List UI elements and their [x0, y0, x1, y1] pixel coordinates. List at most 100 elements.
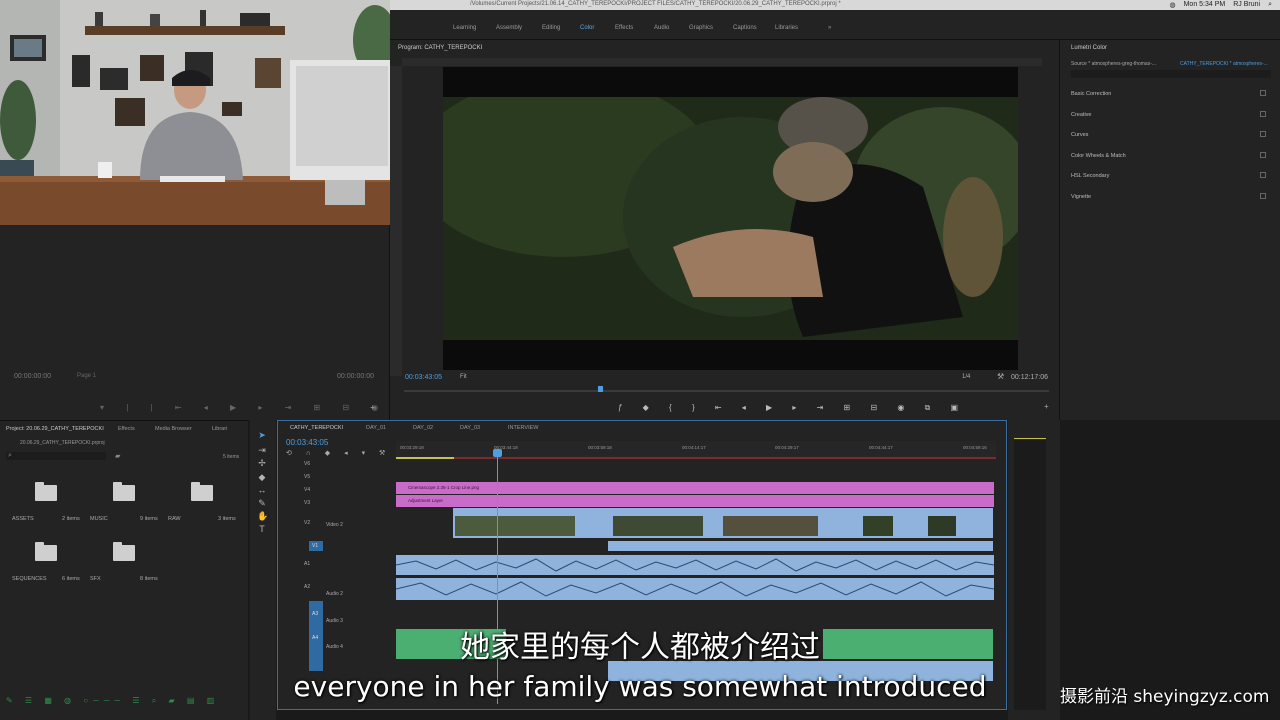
timeline-tools[interactable]: ⟲ ∩ ◆ ◂ ▾ ⚒ [286, 449, 391, 457]
tab-project[interactable]: Project: 20.06.29_CATHY_TEREPOCKI [6, 426, 104, 432]
playhead-marker[interactable] [598, 386, 603, 392]
timeline-timecode[interactable]: 00:03:43:05 [286, 438, 328, 447]
source-add-button-icon[interactable]: + [370, 403, 375, 412]
folder-sequences-label[interactable]: SEQUENCES [12, 576, 47, 582]
track-a1-label[interactable]: A1 [304, 561, 310, 567]
program-monitor: Program: CATHY_TEREPOCKI 00:03:43:05 Fit… [390, 40, 1060, 420]
curves-checkbox[interactable] [1260, 131, 1266, 137]
folder-icon[interactable] [35, 542, 57, 561]
lumetri-basic-correction[interactable]: Basic Correction [1071, 91, 1111, 97]
ws-effects[interactable]: Effects [615, 25, 633, 31]
track-a3-label[interactable]: A3 [312, 611, 318, 617]
ws-graphics[interactable]: Graphics [689, 25, 713, 31]
playhead-handle[interactable] [493, 449, 502, 457]
source-transport-controls[interactable]: ▾ | | ⇤ ◂ ▶ ▸ ⇥ ⊞ ⊟ ◉ [100, 403, 388, 412]
window-title: /Volumes/Current Projects/21.06.14_CATHY… [470, 1, 841, 7]
source-timecode-left[interactable]: 00:00:00:00 [14, 373, 51, 380]
wrench-icon[interactable]: ⚒ [997, 372, 1004, 381]
clip-adjust-label: Adjustment Layer [408, 498, 444, 503]
selection-tool-icon[interactable]: ➤ [257, 430, 267, 441]
tab-media-browser[interactable]: Media Browser [155, 426, 192, 432]
lumetri-vignette[interactable]: Vignette [1071, 194, 1091, 200]
track-a2-name: Audio 2 [326, 591, 343, 597]
type-tool-icon[interactable]: T [257, 524, 267, 534]
folder-raw-label[interactable]: RAW [168, 516, 181, 522]
folder-icon[interactable] [113, 482, 135, 501]
tab-libraries[interactable]: Librari [212, 426, 227, 432]
track-v2-label[interactable]: V2 [304, 520, 310, 526]
folder-assets-count: 2 items [62, 516, 80, 522]
lumetri-curves[interactable]: Curves [1071, 132, 1088, 138]
tab-seq-day02[interactable]: DAY_02 [413, 425, 433, 431]
mac-menubar: /Volumes/Current Projects/21.06.14_CATHY… [390, 0, 1280, 10]
ws-editing[interactable]: Editing [542, 25, 560, 31]
program-add-button-icon[interactable]: + [1044, 402, 1049, 411]
program-scrubber[interactable] [404, 390, 1049, 392]
razor-tool-icon[interactable]: ◆ [257, 472, 267, 483]
track-a2-label[interactable]: A2 [304, 584, 310, 590]
program-timecode[interactable]: 00:03:43:05 [405, 374, 442, 381]
tab-seq-day03[interactable]: DAY_03 [460, 425, 480, 431]
folder-sfx-label[interactable]: SFX [90, 576, 101, 582]
workspace-bar: Learning Assembly Editing Color Effects … [390, 10, 1280, 40]
ws-audio[interactable]: Audio [654, 25, 669, 31]
lumetri-source[interactable]: Source * atmospheres-greg-thomas-... [1071, 61, 1156, 67]
clip-cinemascope-overlay[interactable]: Cinemascope 2.35-1 Crop Line.png [396, 482, 994, 494]
ws-color[interactable]: Color [580, 25, 594, 31]
folder-music-label[interactable]: MUSIC [90, 516, 108, 522]
lumetri-creative[interactable]: Creative [1071, 112, 1091, 118]
folder-assets-label[interactable]: ASSETS [12, 516, 34, 522]
lumetri-color-panel: Lumetri Color Source * atmospheres-greg-… [1060, 40, 1280, 420]
lumetri-tab[interactable]: Lumetri Color [1071, 45, 1107, 51]
more-workspaces-icon[interactable]: » [828, 25, 831, 31]
track-v5-label[interactable]: V5 [304, 474, 310, 480]
folder-icon[interactable] [113, 542, 135, 561]
tab-seq-cathy[interactable]: CATHY_TEREPOCKI [290, 425, 343, 431]
horizontal-ruler [402, 58, 1042, 66]
track-v4-label[interactable]: V4 [304, 487, 310, 493]
hsl-checkbox[interactable] [1260, 172, 1266, 178]
folder-icon[interactable] [191, 482, 213, 501]
wifi-icon[interactable]: ◍ [1169, 1, 1175, 9]
new-bin-icon[interactable]: ▰ [115, 452, 120, 460]
tab-seq-day01[interactable]: DAY_01 [366, 425, 386, 431]
creative-checkbox[interactable] [1260, 111, 1266, 117]
video-v1-clips[interactable] [608, 541, 993, 551]
search-icon[interactable]: ⌕ [1268, 1, 1272, 9]
track-v6-label[interactable]: V6 [304, 461, 310, 467]
basic-correction-checkbox[interactable] [1260, 90, 1266, 96]
clip-adjustment-layer[interactable]: Adjustment Layer [396, 495, 994, 507]
source-timecode-right: 00:00:00:00 [337, 373, 374, 380]
color-wheels-checkbox[interactable] [1260, 152, 1266, 158]
track-v3-label[interactable]: V3 [304, 500, 310, 506]
program-tab[interactable]: Program: CATHY_TEREPOCKI [398, 45, 482, 51]
video-v2-clips[interactable] [453, 508, 993, 538]
tab-effects[interactable]: Effects [118, 426, 135, 432]
lumetri-preset-dropdown[interactable] [1071, 70, 1271, 78]
ripple-edit-tool-icon[interactable]: ✢ [257, 458, 267, 469]
lumetri-sequence[interactable]: CATHY_TEREPOCKI * atmospheres-... [1180, 61, 1268, 67]
ruler-tc-6: 00:04:44:17 [869, 445, 893, 450]
hand-tool-icon[interactable]: ✋ [257, 511, 268, 522]
fit-dropdown[interactable]: Fit [460, 374, 467, 380]
project-search-input[interactable] [6, 452, 106, 460]
ws-libraries[interactable]: Libraries [775, 25, 798, 31]
lumetri-color-wheels[interactable]: Color Wheels & Match [1071, 153, 1126, 159]
vignette-checkbox[interactable] [1260, 193, 1266, 199]
lumetri-hsl-secondary[interactable]: HSL Secondary [1071, 173, 1109, 179]
video-scene [443, 67, 1018, 370]
program-transport-controls[interactable]: ƒ ◆ { } ⇤ ◂ ▶ ▸ ⇥ ⊞ ⊟ ◉ ⧉ ▣ [618, 403, 967, 413]
pen-tool-icon[interactable]: ✎ [257, 498, 267, 509]
ws-captions[interactable]: Captions [733, 25, 757, 31]
ws-assembly[interactable]: Assembly [496, 25, 522, 31]
track-select-tool-icon[interactable]: ⇥ [257, 445, 267, 456]
audio-a1-clips[interactable] [395, 555, 995, 575]
track-v1-label[interactable]: V1 [312, 543, 318, 549]
tab-seq-interview[interactable]: INTERVIEW [508, 425, 538, 431]
folder-raw-count: 3 items [218, 516, 236, 522]
ws-learning[interactable]: Learning [453, 25, 476, 31]
slip-tool-icon[interactable]: ↔ [257, 485, 267, 495]
resolution-dropdown[interactable]: 1/4 [962, 374, 970, 380]
audio-a2-clips[interactable] [395, 578, 995, 600]
folder-icon[interactable] [35, 482, 57, 501]
